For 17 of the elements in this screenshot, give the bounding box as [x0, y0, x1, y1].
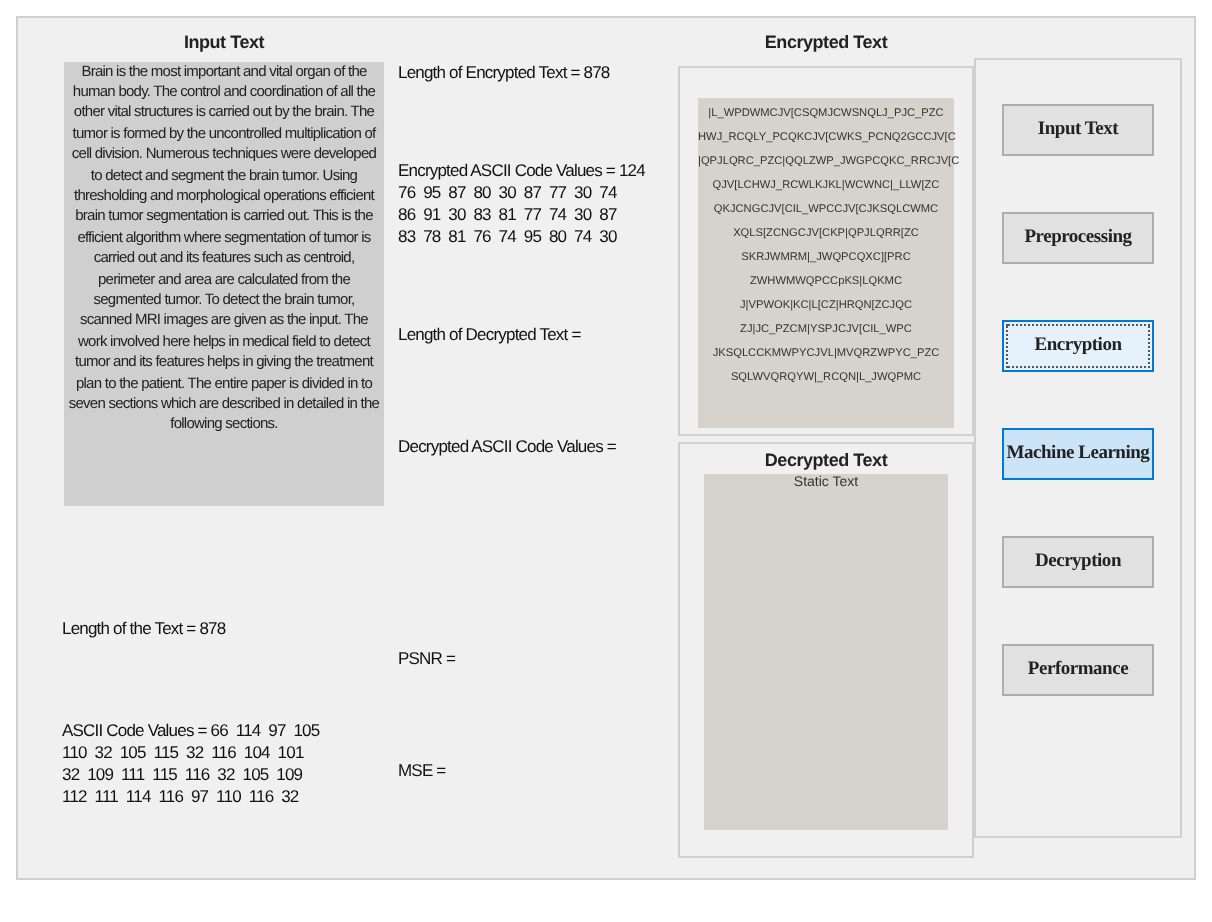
decrypted-ascii-label: Decrypted ASCII Code Values =: [398, 436, 618, 458]
nav-button[interactable]: Performance: [1002, 644, 1154, 696]
nav-button[interactable]: Machine Learning: [1002, 428, 1154, 480]
nav-button[interactable]: Preprocessing: [1002, 212, 1154, 264]
encrypted-length-label: Length of Encrypted Text = 878: [398, 62, 612, 84]
ascii-values-label: ASCII Code Values = 66 114 97 105 110 32 105 115 32 116 104 101 32 109 111 115 116 32 105 109 112 111 114 116 97 110 116 32: [62, 719, 320, 807]
psnr-label: PSNR =: [398, 648, 458, 670]
nav-button[interactable]: Encryption: [1002, 320, 1154, 372]
panel-title: Encrypted Text: [762, 30, 890, 56]
encrypted-ascii-label: Encrypted ASCII Code Values = 124 76 95 87 80 30 87 77 30 74 86 91 30 83 81 77 74 30 87 83 78 81 76 74 95 80 74 30: [398, 160, 645, 248]
panel-title: Decrypted Text: [764, 447, 888, 474]
nav-button[interactable]: Input Text: [1002, 104, 1154, 156]
nav-button[interactable]: Decryption: [1002, 536, 1154, 588]
mse-label: MSE =: [398, 760, 448, 782]
decrypted-length-label: Length of Decrypted Text =: [398, 324, 583, 346]
panel-title: Input Text: [183, 30, 265, 56]
text-length-label: Length of the Text = 878: [62, 617, 228, 639]
